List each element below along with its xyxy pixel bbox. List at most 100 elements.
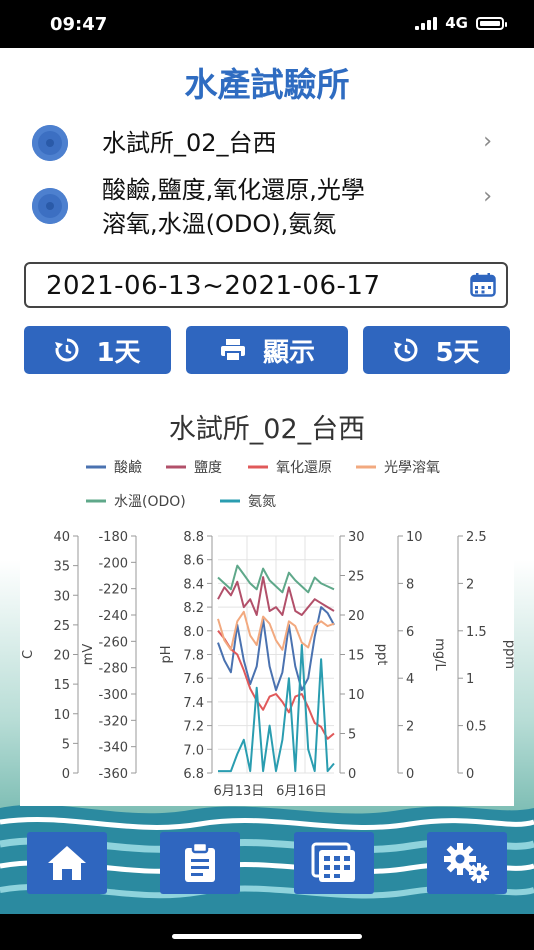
tick-label: 4: [406, 672, 414, 687]
tick-label: 15: [53, 678, 70, 693]
station-selector[interactable]: 水試所_02_台西 ›: [30, 123, 500, 163]
home-button[interactable]: [27, 832, 107, 894]
tick-label: 7.2: [183, 720, 204, 735]
tick-label: 7.6: [183, 672, 204, 687]
tick-label: 7.4: [183, 696, 204, 711]
tick-label: 15: [348, 649, 365, 664]
tick-label: 40: [53, 530, 70, 545]
tick-label: 8.4: [183, 577, 204, 592]
home-icon: [48, 846, 86, 880]
clipboard-icon: [185, 842, 215, 882]
legend-label: 氨氮: [248, 494, 276, 510]
status-indicators: 4G: [415, 14, 507, 32]
legend-label: 水溫(ODO): [114, 494, 186, 510]
chart-panel: 水試所_02_台西 酸鹼 鹽度 氧化還原 光學溶氧 水溫(ODO) 氨氮 0 5 10 15 20 25…: [20, 396, 517, 806]
tick-label: -200: [98, 556, 128, 571]
axis-label: ppm: [502, 640, 514, 669]
parameter-line-2: 溶氧,水溫(ODO),氨氮: [102, 210, 337, 238]
printer-icon: [220, 339, 245, 362]
tick-label: 8.6: [183, 554, 204, 569]
chevron-right-icon: ›: [483, 184, 492, 209]
tick-label: 20: [53, 649, 70, 664]
tick-label: 8: [406, 577, 414, 592]
tick-label: 7.0: [183, 743, 204, 758]
tick-label: 6: [406, 625, 414, 640]
home-indicator-area: [0, 914, 534, 950]
x-tick-label: 6月16日: [276, 784, 327, 799]
one-day-button[interactable]: 1天: [24, 326, 171, 374]
tick-label: 20: [348, 609, 365, 624]
settings-button[interactable]: [427, 832, 507, 894]
date-range-input[interactable]: 2021-06-13~2021-06-17: [24, 262, 508, 308]
report-button[interactable]: [160, 832, 240, 894]
parameter-line-1: 酸鹼,鹽度,氧化還原,光學: [102, 176, 365, 204]
tick-label: 1: [466, 672, 474, 687]
legend-label: 酸鹼: [114, 459, 142, 476]
station-dot-icon: [32, 125, 68, 161]
station-label: 水試所_02_台西: [102, 129, 277, 157]
axis-label: mV: [81, 644, 96, 666]
tick-label: 0: [466, 767, 474, 782]
legend-label: 氧化還原: [276, 460, 332, 476]
axis-label: ppt: [374, 644, 389, 666]
battery-icon: [476, 16, 507, 30]
tick-label: -360: [98, 767, 128, 782]
tick-label: 8.8: [183, 530, 204, 545]
status-bar: 09:47 4G: [0, 0, 534, 48]
chevron-right-icon: ›: [483, 129, 492, 154]
water-quality-chart: 水試所_02_台西酸鹼 鹽度 氧化還原 光學溶氧水溫(ODO) 氨氮0510152025…: [21, 414, 517, 799]
history-icon: [394, 338, 418, 362]
legend-label: 鹽度: [194, 460, 222, 476]
gears-icon: [444, 843, 489, 883]
tick-label: 10: [406, 530, 423, 545]
legend-label: 光學溶氧: [384, 460, 440, 476]
tick-label: -220: [98, 583, 128, 598]
status-time: 09:47: [50, 14, 108, 35]
tick-label: 30: [53, 589, 70, 604]
date-range-value: 2021-06-13~2021-06-17: [46, 271, 381, 301]
tick-label: 6.8: [183, 767, 204, 782]
tick-label: 8.0: [183, 625, 204, 640]
home-indicator-bar: [172, 934, 362, 939]
tick-label: 25: [348, 570, 365, 585]
axis-label: mg/L: [432, 638, 447, 671]
tick-label: -320: [98, 714, 128, 729]
tick-label: 7.8: [183, 649, 204, 664]
tick-label: 30: [348, 530, 365, 545]
display-label: 顯示: [262, 337, 315, 368]
tick-label: 5: [62, 737, 70, 752]
tick-label: 0: [406, 767, 414, 782]
five-day-button[interactable]: 5天: [363, 326, 510, 374]
tick-label: 0.5: [466, 720, 487, 735]
tick-label: 10: [53, 708, 70, 723]
tick-label: -260: [98, 635, 128, 650]
parameter-selector[interactable]: 酸鹼,鹽度,氧化還原,光學 溶氧,水溫(ODO),氨氮 ›: [30, 170, 500, 244]
tick-label: 5: [348, 728, 356, 743]
five-day-label: 5天: [435, 337, 480, 368]
display-button[interactable]: 顯示: [186, 326, 348, 374]
axis-label: C: [21, 650, 36, 659]
tick-label: 2: [466, 577, 474, 592]
tick-label: 35: [53, 560, 70, 575]
x-tick-label: 6月13日: [213, 784, 264, 799]
axis-label: pH: [159, 645, 174, 663]
chart-title: 水試所_02_台西: [169, 414, 365, 445]
signal-icon: [415, 16, 438, 30]
station-dot-icon: [32, 188, 68, 224]
tick-label: 0: [348, 767, 356, 782]
calendar-icon[interactable]: [470, 273, 496, 297]
tick-label: -280: [98, 662, 128, 677]
app-title: 水產試驗所: [184, 65, 350, 104]
tick-label: 10: [348, 688, 365, 703]
tick-label: -300: [98, 688, 128, 703]
history-icon: [55, 338, 79, 362]
network-label: 4G: [445, 14, 468, 32]
one-day-label: 1天: [96, 337, 141, 368]
tick-label: -340: [98, 741, 128, 756]
tick-label: 25: [53, 619, 70, 634]
tick-label: 8.2: [183, 601, 204, 616]
gallery-button[interactable]: [294, 832, 374, 894]
tick-label: -240: [98, 609, 128, 624]
gallery-icon: [311, 842, 355, 882]
tick-label: 2.5: [466, 530, 487, 545]
